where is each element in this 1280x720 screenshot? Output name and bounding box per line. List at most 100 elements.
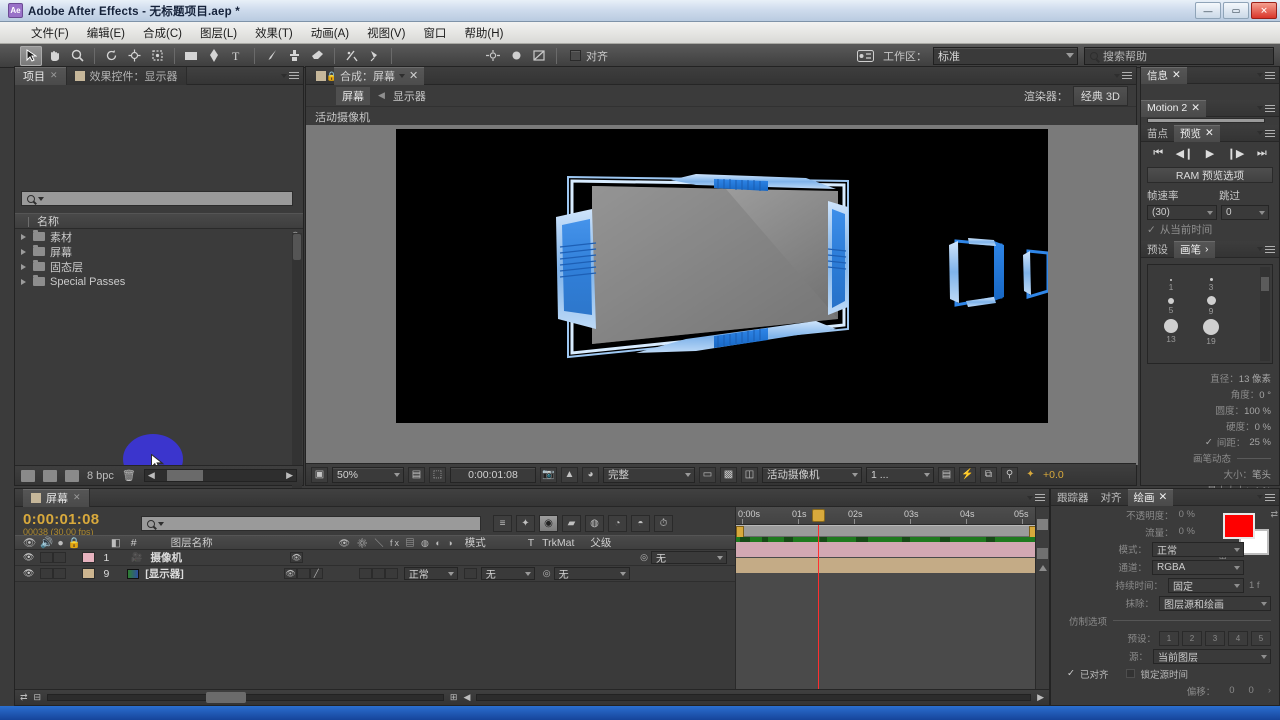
motion-blur-icon[interactable]: ◉ [539, 515, 558, 532]
scrollbar-thumb[interactable] [1261, 277, 1269, 291]
brush-size-dynamic-row[interactable]: 大小：笔头 [1141, 466, 1279, 482]
shape-tool-icon[interactable] [180, 46, 202, 66]
menu-edit[interactable]: 编辑(E) [78, 23, 134, 43]
playhead-handle[interactable] [812, 509, 825, 522]
solo-icon[interactable]: ● [57, 537, 63, 549]
snapshot-camera-icon[interactable]: 📷 [540, 466, 557, 483]
preserve-transparency-switch[interactable] [463, 568, 477, 579]
clone-offset-row[interactable]: 偏移： 0 0 › [1051, 682, 1279, 699]
zoom-tool-icon[interactable] [66, 46, 88, 66]
from-current-time-checkbox[interactable]: ✓ 从当前时间 [1141, 220, 1279, 239]
disclosure-triangle-icon[interactable] [21, 278, 26, 285]
puppet-pin-tool-icon[interactable] [363, 46, 385, 66]
menu-composition[interactable]: 合成(C) [134, 23, 191, 43]
timeline-back-icon[interactable]: ◀ [463, 692, 470, 703]
list-item[interactable]: 屏幕 [15, 244, 303, 259]
project-horizontal-scrollbar[interactable]: ◀ ▶ [143, 469, 297, 482]
play-button[interactable]: ▶ [1206, 147, 1214, 160]
composition-viewport[interactable] [306, 125, 1138, 465]
paint-panel-menu-button[interactable] [1257, 492, 1275, 503]
layer-label-color[interactable] [82, 568, 96, 579]
paint-duration-frames[interactable]: 1 f [1249, 580, 1271, 591]
layer-motionblur-switch[interactable] [371, 568, 385, 579]
brushes-panel-menu-button[interactable] [1257, 244, 1275, 255]
checkmark-icon[interactable]: ✓ [1205, 437, 1213, 448]
blend-mode-select[interactable]: 正常 [403, 567, 458, 581]
disclosure-triangle-icon[interactable] [21, 233, 26, 240]
time-ruler[interactable]: 0:00s 01s 02s 03s 04s 05s [736, 507, 1037, 525]
new-folder-icon[interactable] [43, 469, 57, 482]
preview-panel-menu-button[interactable] [1257, 128, 1275, 139]
close-icon[interactable]: ✕ [409, 69, 418, 82]
prev-frame-button[interactable]: ◀❙ [1176, 147, 1194, 160]
pixel-aspect-icon[interactable]: ▤ [938, 466, 955, 483]
composition-stage[interactable] [396, 129, 1048, 423]
layer-quality-switch[interactable]: ╱ [309, 568, 323, 579]
motion-panel-menu-button[interactable] [1257, 103, 1275, 114]
timeline-right-strip[interactable] [1035, 507, 1049, 689]
scrollbar-thumb[interactable] [293, 234, 301, 260]
frame-blend-icon[interactable]: ◓ [631, 515, 650, 532]
hand-tool-icon[interactable] [43, 46, 65, 66]
layer-label-color[interactable] [82, 552, 96, 563]
skip-select[interactable]: 0 [1221, 205, 1269, 220]
close-icon[interactable]: ✕ [1191, 102, 1200, 114]
renderer-button[interactable]: 经典 3D [1072, 85, 1128, 106]
eye-icon[interactable]: 👁 [23, 536, 36, 549]
layer-duration-bar[interactable] [736, 542, 1038, 557]
table-row[interactable]: 👁 9 [显示器] 👁 ╱ 正常 无 ◎ 无 [15, 566, 735, 582]
pan-behind-tool-icon[interactable] [146, 46, 168, 66]
timeline-zoom-out-icon[interactable]: ⊟ [34, 692, 42, 703]
clone-preset-5-button[interactable]: 5 [1251, 630, 1271, 646]
disclosure-triangle-icon[interactable] [21, 263, 26, 270]
paint-opacity-value[interactable]: 0 % [1179, 509, 1195, 520]
new-composition-icon[interactable] [21, 469, 35, 482]
project-settings-icon[interactable] [65, 469, 79, 482]
timecode-display[interactable]: 0:00:01:08 [23, 511, 99, 528]
tab-project[interactable]: 项目 ✕ [15, 66, 67, 85]
solo-switch[interactable] [53, 568, 67, 579]
comp-mini-flowchart-icon[interactable] [1037, 548, 1048, 559]
draft-3d-icon[interactable]: ✦ [516, 515, 535, 532]
layer-video-switch[interactable]: 👁 [290, 552, 303, 563]
layer-video-switch[interactable]: 👁 [283, 568, 297, 579]
tab-info[interactable]: 信息 ✕ [1141, 66, 1187, 84]
tab-anchor[interactable]: 苗点 [1141, 125, 1174, 142]
pen-tool-icon[interactable] [203, 46, 225, 66]
comp-flowchart-icon[interactable]: ⚲ [1001, 466, 1018, 483]
show-snapshot-icon[interactable]: ▲ [561, 466, 578, 483]
menu-help[interactable]: 帮助(H) [455, 23, 512, 43]
scroll-up-icon[interactable] [1038, 565, 1047, 571]
parent-pickwhip-icon[interactable]: ◎ [543, 568, 551, 579]
workspace-select[interactable]: 标准 [933, 47, 1078, 65]
foreground-color-swatch[interactable] [1223, 513, 1255, 539]
help-search-input[interactable]: 搜索帮助 [1084, 47, 1274, 65]
clone-stamp-tool-icon[interactable] [283, 46, 305, 66]
brush-hardness-row[interactable]: 硬度：0 % [1141, 418, 1279, 434]
ram-preview-options-button[interactable]: RAM 预览选项 [1147, 167, 1273, 183]
slider-thumb[interactable] [206, 692, 246, 703]
clone-preset-2-button[interactable]: 2 [1182, 630, 1202, 646]
close-icon[interactable]: ✕ [50, 70, 58, 81]
tab-paint[interactable]: 绘画 ✕ [1127, 488, 1174, 506]
parent-select[interactable]: 无 [651, 551, 727, 565]
brush-tool-icon[interactable] [260, 46, 282, 66]
close-button[interactable]: ✕ [1251, 2, 1277, 19]
bit-depth-label[interactable]: 8 bpc [87, 470, 114, 482]
parent-pickwhip-icon[interactable]: ◎ [640, 552, 648, 563]
brush-preset-item[interactable]: 13 [1156, 319, 1186, 344]
tab-brushes[interactable]: 画笔 › [1174, 240, 1215, 258]
paint-channels-select[interactable]: RGBA [1152, 559, 1244, 575]
orbit-camera-tool-icon[interactable] [123, 46, 145, 66]
clone-aligned-row[interactable]: ✓ 已对齐 锁定源时间 [1051, 665, 1279, 682]
tab-align[interactable]: 对齐 [1095, 489, 1128, 506]
column-grip[interactable] [28, 217, 29, 227]
type-tool-icon[interactable]: T [226, 46, 248, 66]
project-column-header[interactable]: 名称 [15, 213, 303, 229]
tab-tracker[interactable]: 跟踪器 [1051, 489, 1095, 506]
rotation-tool-icon[interactable] [100, 46, 122, 66]
clone-preset-1-button[interactable]: 1 [1159, 630, 1179, 646]
solo-switch[interactable] [53, 552, 67, 563]
shy-layers-icon[interactable]: ◔ [608, 515, 627, 532]
layer-name[interactable]: [显示器] [145, 566, 184, 581]
